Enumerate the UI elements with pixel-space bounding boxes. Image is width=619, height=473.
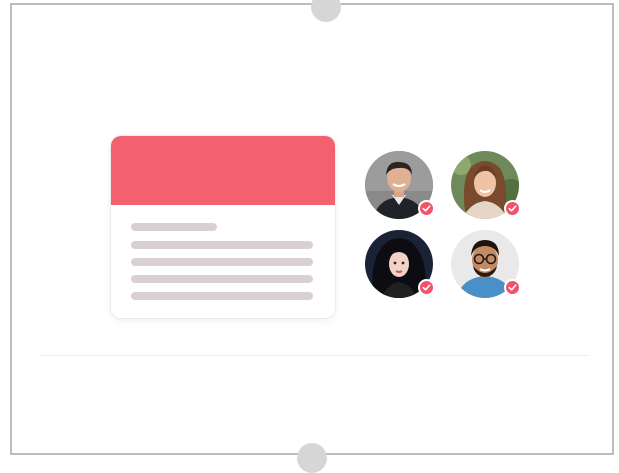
avatar <box>365 151 435 219</box>
check-badge-icon <box>504 279 521 296</box>
card-header <box>111 136 335 205</box>
avatar <box>365 230 435 298</box>
content-card <box>111 136 335 318</box>
avatar <box>451 151 521 219</box>
card-line <box>131 258 313 266</box>
check-badge-icon <box>504 200 521 217</box>
card-line <box>131 292 313 300</box>
check-badge-icon <box>418 279 435 296</box>
resize-handle-top[interactable] <box>311 0 341 22</box>
divider <box>40 355 588 356</box>
resize-handle-bottom[interactable] <box>297 443 327 473</box>
check-badge-icon <box>418 200 435 217</box>
avatar <box>451 230 521 298</box>
illustration-frame <box>10 0 614 473</box>
card-line <box>131 223 217 231</box>
card-line <box>131 241 313 249</box>
card-line <box>131 275 313 283</box>
